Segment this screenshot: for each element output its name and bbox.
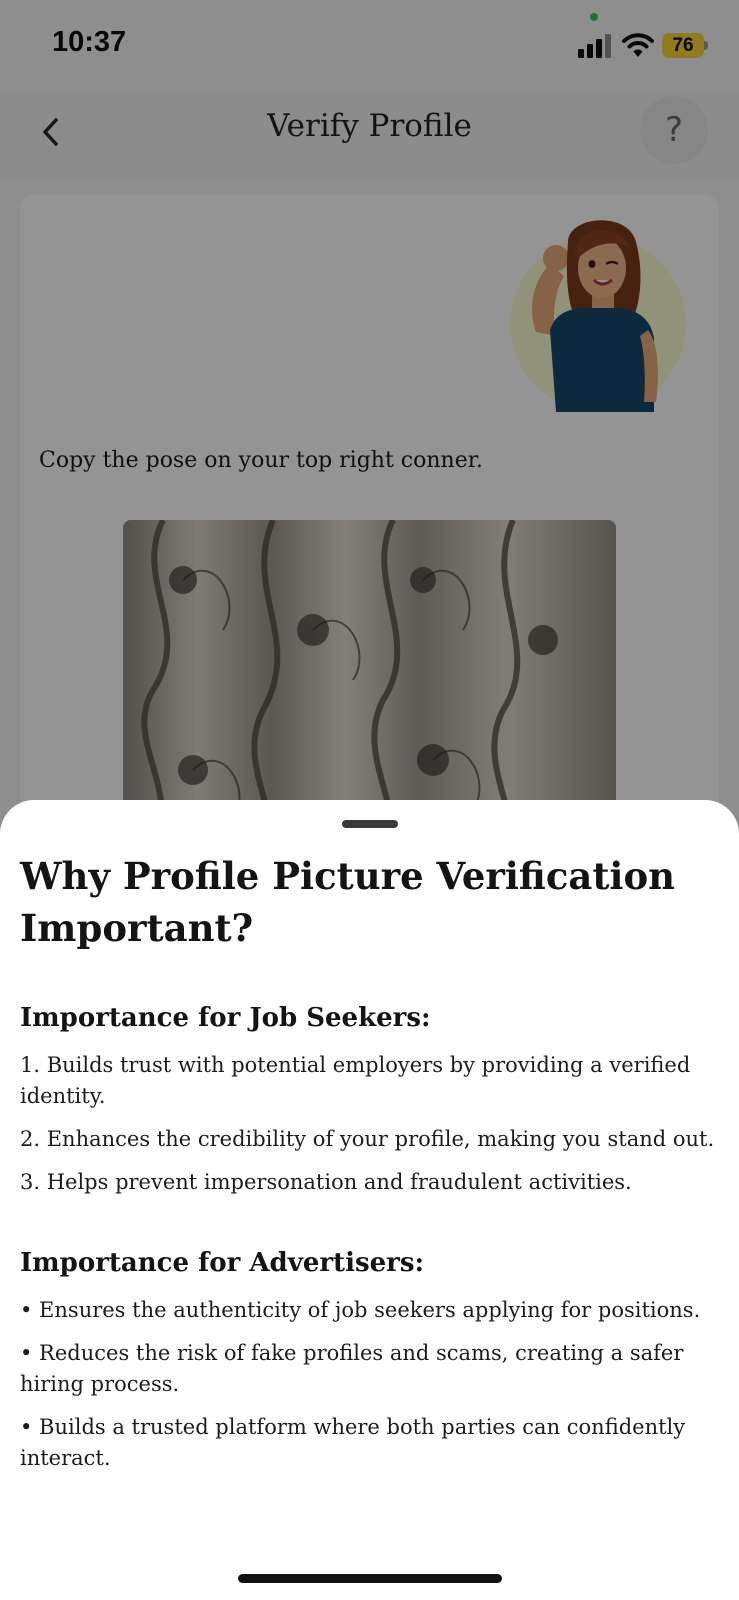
job-seekers-section: Importance for Job Seekers: 1. Builds tr… [20, 1000, 720, 1210]
list-item: 3. Helps prevent impersonation and fraud… [20, 1170, 632, 1194]
verification-info-sheet: Why Profile Picture Verification Importa… [0, 800, 739, 1600]
advertisers-heading: Importance for Advertisers: [20, 1248, 425, 1278]
job-seekers-heading: Importance for Job Seekers: [20, 1003, 431, 1033]
sheet-drag-handle[interactable] [342, 820, 398, 828]
home-indicator[interactable] [238, 1574, 502, 1583]
list-item: • Reduces the risk of fake profiles and … [20, 1341, 684, 1396]
list-item: 2. Enhances the credibility of your prof… [20, 1127, 715, 1151]
list-item: 1. Builds trust with potential employers… [20, 1053, 691, 1108]
job-seekers-list: 1. Builds trust with potential employers… [20, 1050, 720, 1198]
advertisers-section: Importance for Advertisers: • Ensures th… [20, 1245, 720, 1486]
list-item: • Builds a trusted platform where both p… [20, 1415, 686, 1470]
list-item: • Ensures the authenticity of job seeker… [20, 1298, 701, 1322]
sheet-title: Why Profile Picture Verification Importa… [20, 854, 676, 950]
advertisers-list: • Ensures the authenticity of job seeker… [20, 1295, 720, 1474]
